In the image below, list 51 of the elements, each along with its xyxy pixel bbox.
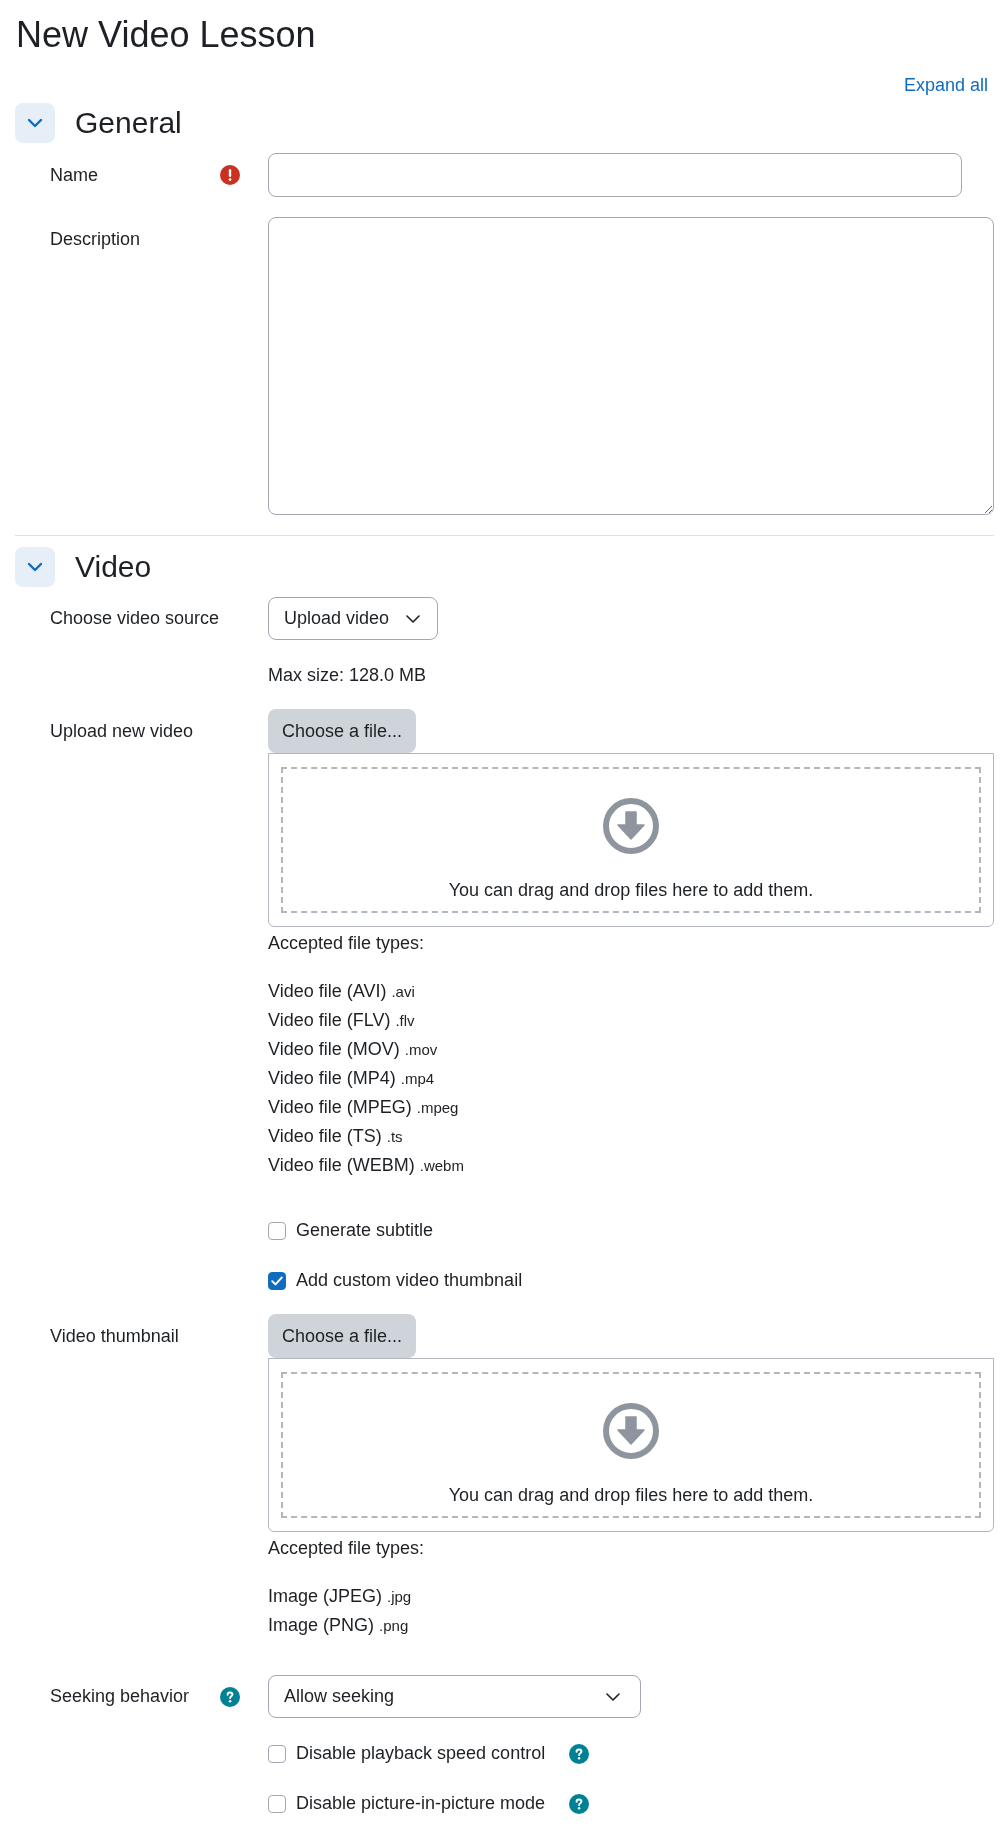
page-title: New Video Lesson bbox=[15, 13, 317, 57]
dropdown[interactable]: Upload video bbox=[268, 597, 439, 640]
size-limit-note: Max size: 128.0 MB bbox=[268, 664, 428, 687]
drop-hint: You can drag and drop files here to add them. bbox=[448, 1484, 814, 1507]
caret-icon bbox=[606, 1692, 620, 1701]
field-label: Upload new video bbox=[50, 719, 194, 743]
chevron-down-icon bbox=[27, 118, 43, 128]
drop-hint: You can drag and drop files here to add them. bbox=[448, 879, 814, 902]
expand-all-link[interactable]: Expand all bbox=[903, 72, 988, 99]
accepted-types-label: Accepted file types: bbox=[268, 932, 425, 955]
download-icon bbox=[603, 1403, 659, 1459]
help-icon[interactable] bbox=[220, 1686, 240, 1707]
file-type-item: Image (JPEG) .jpg bbox=[268, 1585, 412, 1608]
field-label: Video thumbnail bbox=[50, 1324, 179, 1348]
help-icon[interactable] bbox=[569, 1793, 590, 1814]
file-type-item: Video file (MP4) .mp4 bbox=[268, 1067, 435, 1090]
field-label: Choose video source bbox=[50, 607, 220, 630]
text-field[interactable] bbox=[268, 153, 962, 197]
checkbox[interactable] bbox=[268, 1794, 286, 1813]
file-type-item: Video file (MOV) .mov bbox=[268, 1038, 438, 1061]
checkbox-label[interactable]: Add custom video thumbnail bbox=[296, 1267, 523, 1294]
checkbox-label[interactable]: Generate subtitle bbox=[296, 1217, 434, 1244]
field-label: Description bbox=[50, 228, 141, 251]
file-type-item: Video file (FLV) .flv bbox=[268, 1009, 415, 1032]
checkbox[interactable] bbox=[268, 1221, 286, 1240]
section-heading: Video bbox=[75, 549, 152, 585]
checkbox-label[interactable]: Disable playback speed control bbox=[296, 1740, 546, 1767]
chevron-down-icon bbox=[27, 562, 43, 572]
checkbox[interactable] bbox=[268, 1744, 286, 1763]
field-label: Name bbox=[50, 163, 98, 187]
drop-zone[interactable]: You can drag and drop files here to add them. bbox=[281, 1372, 981, 1518]
collapse-toggle[interactable] bbox=[15, 103, 55, 143]
choose-file-button[interactable]: Choose a file... bbox=[268, 709, 417, 753]
file-type-item: Image (PNG) .png bbox=[268, 1614, 409, 1637]
help-icon[interactable] bbox=[569, 1743, 590, 1764]
file-type-item: Video file (MPEG) .mpeg bbox=[268, 1096, 459, 1119]
caret-icon bbox=[406, 614, 421, 623]
file-type-item: Video file (AVI) .avi bbox=[268, 980, 415, 1003]
checkbox-label[interactable]: Disable picture-in-picture mode bbox=[296, 1790, 546, 1817]
file-type-item: Video file (WEBM) .webm bbox=[268, 1154, 464, 1177]
dropdown[interactable]: Allow seeking bbox=[268, 1675, 641, 1718]
collapse-toggle[interactable] bbox=[15, 547, 55, 587]
check-icon bbox=[271, 1275, 283, 1286]
checkbox[interactable] bbox=[268, 1271, 286, 1290]
field-label: Seeking behavior bbox=[50, 1685, 190, 1708]
drop-zone[interactable]: You can drag and drop files here to add them. bbox=[281, 767, 981, 913]
file-type-item: Video file (TS) .ts bbox=[268, 1125, 403, 1148]
choose-file-button[interactable]: Choose a file... bbox=[268, 1314, 417, 1358]
download-icon bbox=[603, 798, 659, 854]
section-heading: General bbox=[75, 105, 182, 141]
accepted-types-label: Accepted file types: bbox=[268, 1537, 425, 1560]
